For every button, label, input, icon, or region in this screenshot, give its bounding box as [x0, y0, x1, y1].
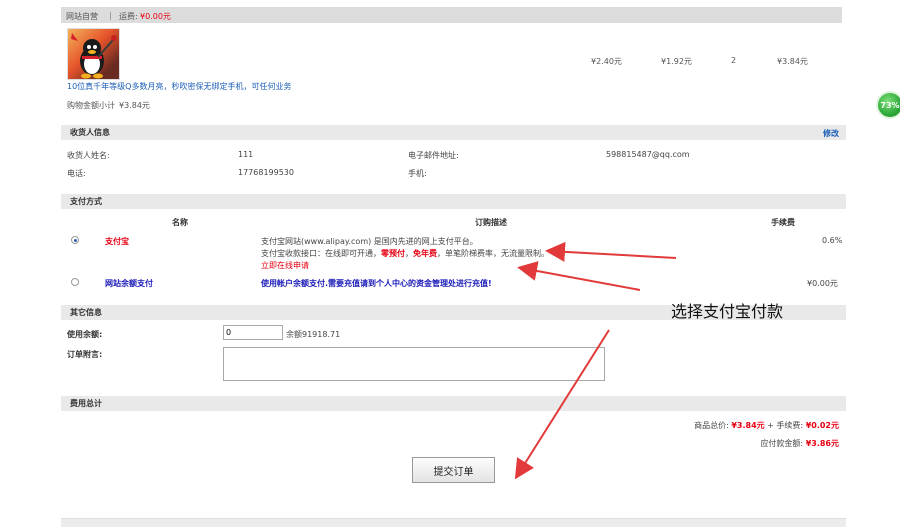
alipay-desc-line1: 支付宝网站(www.alipay.com) 是国内先进的网上支付平台。: [261, 237, 478, 246]
recipient-section-bar: 收货人信息 修改: [61, 125, 846, 140]
balance-pay-name[interactable]: 网站余额支付: [105, 278, 153, 289]
payable-value: ¥3.86元: [805, 439, 839, 448]
alipay-radio[interactable]: [71, 236, 79, 244]
payment-col-desc: 订购描述: [475, 218, 507, 227]
footer-bar: [61, 518, 846, 527]
other-section-title: 其它信息: [70, 308, 102, 317]
payment-col-fee: 手续费: [771, 218, 795, 227]
alipay-apply-link[interactable]: 立即在线申请: [261, 260, 309, 271]
alipay-desc-sep: ，: [405, 249, 413, 258]
payable-label: 应付款金额:: [760, 439, 804, 448]
edit-recipient-link[interactable]: 修改: [823, 128, 839, 139]
alipay-desc-prefix: 支付宝收款接口：在线即可开通，: [261, 249, 381, 258]
product-thumbnail[interactable]: [67, 28, 120, 80]
recipient-name-value: 111: [238, 150, 254, 159]
fee-total-label: 手续费:: [776, 421, 804, 430]
recipient-mobile-label: 手机:: [408, 169, 427, 178]
product-title-link[interactable]: 10位真千年等级Q多数月亮，秒吹密保无绑定手机，可任何业务: [67, 81, 291, 92]
payment-section-title: 支付方式: [70, 197, 102, 206]
shipping-label: 运费:: [119, 12, 138, 21]
product-quantity: 2: [731, 56, 737, 65]
alipay-no-annual-fee: 免年费: [413, 249, 437, 258]
fee-total-value: ¥0.02元: [805, 421, 839, 430]
use-balance-label: 使用余额:: [67, 330, 103, 339]
balance-pay-fee: ¥0.00元: [807, 279, 838, 288]
recipient-phone-label: 电话:: [67, 169, 86, 178]
arrow-to-alipay-apply: [517, 261, 641, 291]
submit-order-button[interactable]: 提交订单: [412, 457, 495, 483]
alipay-desc-suffix: ，单笔阶梯费率，无流量限制。: [437, 249, 549, 258]
store-bar: 网站自营 | 运费: ¥0.00元: [61, 7, 842, 23]
order-message-textarea[interactable]: [223, 347, 605, 381]
product-price: ¥2.40元: [591, 57, 622, 66]
alipay-desc-line2: 支付宝收款接口：在线即可开通，零预付，免年费，单笔阶梯费率，无流量限制。: [261, 248, 549, 259]
recipient-section-title: 收货人信息: [70, 128, 110, 137]
product-subtotal: ¥3.84元: [777, 57, 808, 66]
totals-plus: +: [767, 421, 774, 430]
cart-total-label: 购物金额小计: [67, 101, 115, 110]
totals-section-bar: 费用总计: [61, 396, 846, 411]
goods-total-label: 商品总价:: [694, 421, 729, 430]
alipay-fee: 0.6%: [822, 236, 843, 245]
recipient-email-value: 598815487@qq.com: [606, 150, 690, 159]
order-message-label: 订单附言:: [67, 350, 103, 359]
balance-note: 余额91918.71: [286, 330, 341, 339]
payment-section-bar: 支付方式: [61, 194, 846, 209]
shipping-value: ¥0.00元: [140, 12, 171, 21]
store-label: 网站自营: [66, 12, 98, 21]
recipient-phone-value: 17768199530: [238, 168, 294, 177]
balance-pay-desc: 使用帐户余额支付.需要充值请到个人中心的资金管理处进行充值!: [261, 279, 492, 288]
goods-total-value: ¥3.84元: [731, 421, 765, 430]
progress-badge[interactable]: 73%: [876, 91, 900, 119]
penguin-image: [71, 33, 117, 79]
store-separator: |: [109, 11, 112, 20]
totals-line: 商品总价: ¥3.84元 + 手续费: ¥0.02元: [694, 420, 839, 431]
balance-radio[interactable]: [71, 278, 79, 286]
alipay-name[interactable]: 支付宝: [105, 236, 129, 247]
recipient-email-label: 电子邮件地址:: [408, 151, 459, 160]
totals-section-title: 费用总计: [70, 399, 102, 408]
arrow-to-alipay-desc: [545, 241, 677, 262]
alipay-zero-prepay: 零预付: [381, 249, 405, 258]
use-balance-input[interactable]: [223, 325, 283, 340]
product-member-price: ¥1.92元: [661, 57, 692, 66]
cart-total-value: ¥3.84元: [119, 101, 150, 110]
recipient-name-label: 收货人姓名:: [67, 151, 110, 160]
payable-line: 应付款金额: ¥3.86元: [760, 438, 839, 449]
annotation-text: 选择支付宝付款: [671, 302, 784, 321]
payment-col-name: 名称: [172, 218, 188, 227]
